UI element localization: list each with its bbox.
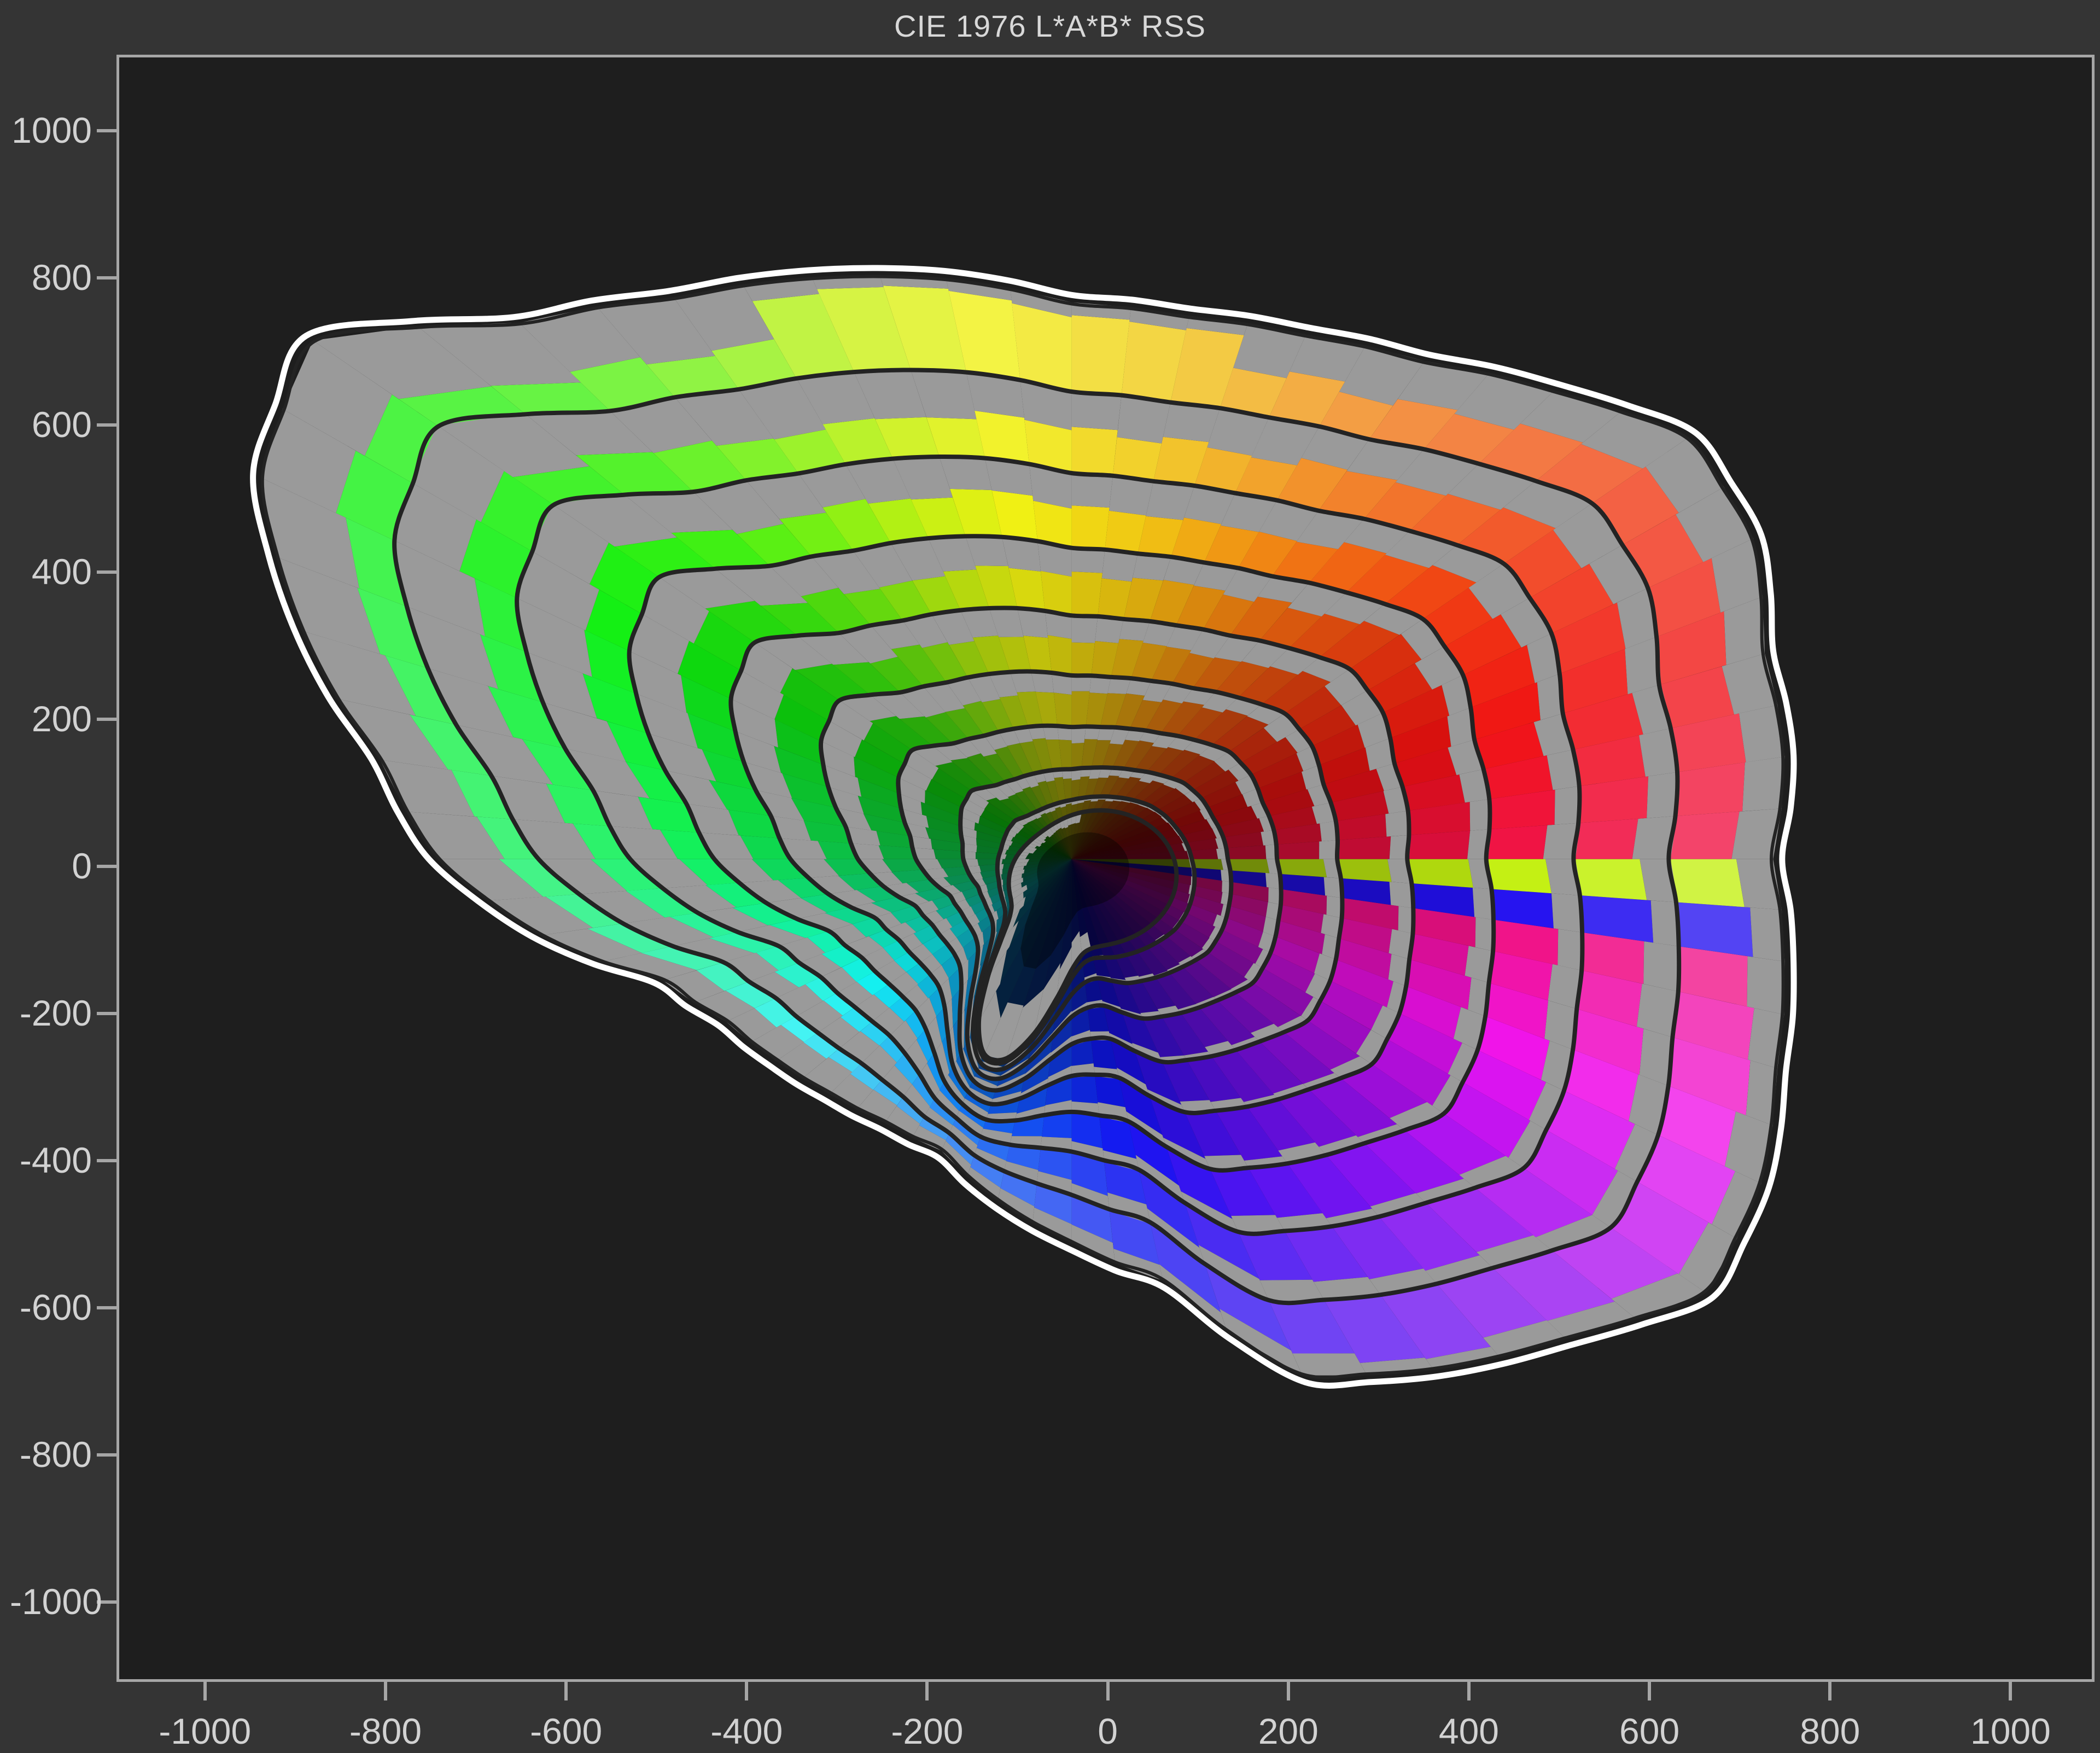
x-tick-label: -800 <box>349 1711 422 1751</box>
ring-band-color <box>1667 859 1745 907</box>
y-tick-label: -1000 <box>10 1581 102 1622</box>
ring-band-color <box>1071 427 1118 477</box>
gamut-rings-chart <box>250 265 1797 1389</box>
ring-band-gray <box>1292 1353 1367 1376</box>
x-tick-label: 400 <box>1438 1711 1499 1751</box>
x-tick-mark <box>1106 1682 1110 1700</box>
x-tick-label: -400 <box>710 1711 783 1751</box>
ring-band-gray <box>1747 956 1785 1015</box>
y-tick-label: -400 <box>19 1140 92 1180</box>
x-tick-mark <box>564 1682 568 1700</box>
ring-band-color <box>1484 825 1548 859</box>
x-tick-label: -200 <box>891 1711 964 1751</box>
x-tick-mark <box>2009 1682 2012 1700</box>
y-tick-label: 200 <box>31 698 92 739</box>
y-tick-mark <box>97 423 116 427</box>
ring-band-gray <box>1643 941 1681 992</box>
ring-band-color <box>1071 315 1130 397</box>
y-tick-mark <box>97 865 116 869</box>
ring-band-color <box>1071 505 1110 551</box>
y-tick-label: 0 <box>72 846 92 887</box>
gamut-bands <box>261 275 1785 1376</box>
ring-band-color <box>1071 642 1095 677</box>
ring-band-color <box>1405 830 1471 859</box>
y-tick-label: 600 <box>31 404 92 445</box>
ring-band-gray <box>1742 756 1785 812</box>
ring-band-color <box>1335 836 1391 859</box>
x-tick-mark <box>1467 1682 1471 1700</box>
y-tick-mark <box>97 1306 116 1309</box>
y-tick-label: -600 <box>19 1286 92 1327</box>
figure-window: { "title": "CIE 1976 L*A*B* RSS", "windo… <box>0 0 2100 1753</box>
y-tick-label: -200 <box>19 993 92 1034</box>
x-tick-label: 800 <box>1800 1711 1860 1751</box>
x-tick-label: -600 <box>530 1711 603 1751</box>
x-tick-label: 200 <box>1258 1711 1319 1751</box>
x-tick-mark <box>745 1682 749 1700</box>
y-tick-mark <box>97 1453 116 1457</box>
y-tick-label: -800 <box>19 1434 92 1475</box>
x-tick-label: 600 <box>1619 1711 1680 1751</box>
ring-band-color <box>1405 859 1473 888</box>
x-tick-mark <box>203 1682 207 1700</box>
y-tick-mark <box>97 1159 116 1162</box>
ring-band-color <box>1071 1073 1098 1104</box>
x-tick-label: 0 <box>1098 1711 1118 1751</box>
x-tick-mark <box>1648 1682 1652 1700</box>
x-tick-mark <box>1286 1682 1290 1700</box>
y-tick-label: 1000 <box>11 110 92 151</box>
y-tick-mark <box>97 129 116 133</box>
y-tick-mark <box>97 718 116 721</box>
x-tick-label: 1000 <box>1970 1711 2051 1751</box>
x-tick-label: -1000 <box>159 1711 252 1751</box>
chart-title: CIE 1976 L*A*B* RSS <box>894 9 1206 43</box>
plot-area <box>116 55 2095 1682</box>
x-tick-mark <box>383 1682 387 1700</box>
x-tick-mark <box>1828 1682 1832 1700</box>
ring-band-color <box>1071 572 1102 618</box>
ring-band-color <box>1572 818 1638 859</box>
y-tick-mark <box>97 1012 116 1016</box>
ring-band-color <box>1572 859 1647 900</box>
x-tick-mark <box>925 1682 929 1700</box>
ring-band-color <box>1484 859 1552 894</box>
y-tick-mark <box>97 570 116 574</box>
ring-band-color <box>1667 811 1740 859</box>
y-tick-mark <box>97 276 116 280</box>
y-tick-label: 800 <box>31 257 92 298</box>
y-tick-label: 400 <box>31 551 92 592</box>
